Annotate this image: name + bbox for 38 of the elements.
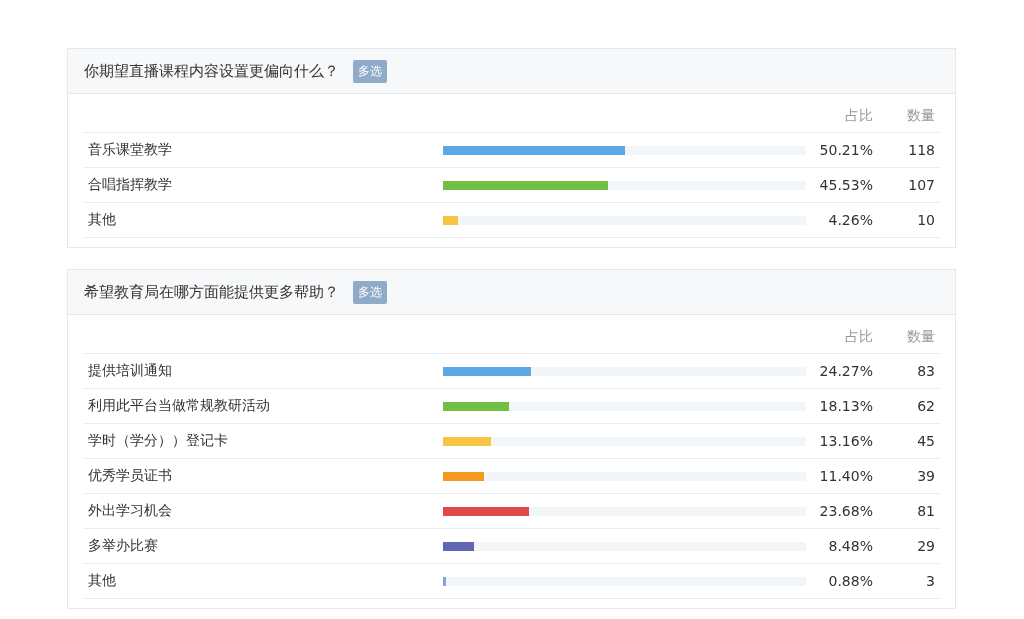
percentage: 23.68% bbox=[818, 503, 873, 519]
percentage: 18.13% bbox=[818, 398, 873, 414]
count: 10 bbox=[916, 212, 935, 228]
column-header: 数量 bbox=[906, 107, 935, 125]
option-label: 提供培训通知 bbox=[87, 362, 173, 380]
percentage: 11.40% bbox=[818, 468, 873, 484]
option-label: 其他 bbox=[87, 211, 117, 229]
option-label: 外出学习机会 bbox=[87, 502, 173, 520]
option-label: 学时（学分））登记卡 bbox=[87, 432, 229, 450]
column-header: 数量 bbox=[906, 328, 935, 346]
count: 83 bbox=[916, 363, 935, 379]
percentage: 4.26% bbox=[827, 212, 873, 228]
count: 45 bbox=[916, 433, 935, 449]
option-label: 优秀学员证书 bbox=[87, 467, 173, 485]
multi-select-tag: 多选 bbox=[353, 59, 387, 83]
count: 29 bbox=[916, 538, 935, 554]
option-label: 多举办比赛 bbox=[87, 537, 159, 555]
column-header: 占比 bbox=[844, 328, 873, 346]
column-header: 占比 bbox=[844, 107, 873, 125]
option-label: 合唱指挥教学 bbox=[87, 176, 173, 194]
count: 62 bbox=[916, 398, 935, 414]
question-title: 希望教育局在哪方面能提供更多帮助？ bbox=[84, 282, 339, 302]
count: 81 bbox=[916, 503, 935, 519]
option-label: 利用此平台当做常规教研活动 bbox=[87, 397, 271, 415]
percentage: 0.88% bbox=[827, 573, 873, 589]
multi-select-tag: 多选 bbox=[353, 280, 387, 304]
percentage: 45.53% bbox=[818, 177, 873, 193]
count: 3 bbox=[925, 573, 935, 589]
option-label: 音乐课堂教学 bbox=[87, 141, 173, 159]
option-label: 其他 bbox=[87, 572, 117, 590]
percentage: 8.48% bbox=[827, 538, 873, 554]
percentage: 50.21% bbox=[818, 142, 873, 158]
question-title: 你期望直播课程内容设置更偏向什么？ bbox=[84, 61, 339, 81]
percentage: 24.27% bbox=[818, 363, 873, 379]
count: 39 bbox=[916, 468, 935, 484]
percentage: 13.16% bbox=[818, 433, 873, 449]
count: 118 bbox=[907, 142, 935, 158]
count: 107 bbox=[907, 177, 935, 193]
